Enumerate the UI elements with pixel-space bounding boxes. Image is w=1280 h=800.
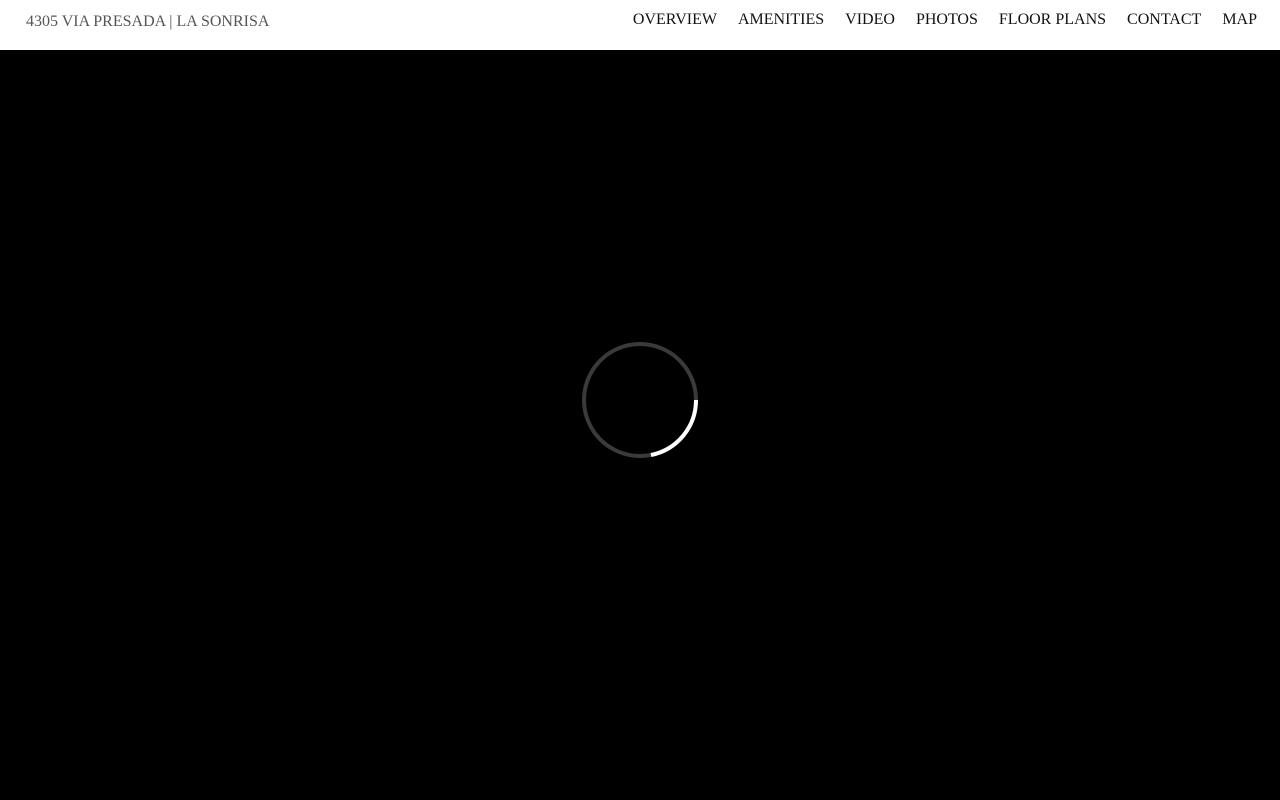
nav-item-contact[interactable]: CONTACT <box>1127 11 1201 29</box>
nav-item-floor-plans[interactable]: FLOOR PLANS <box>999 11 1106 29</box>
nav-item-amenities[interactable]: AMENITIES <box>738 11 824 29</box>
main-nav: OVERVIEW AMENITIES VIDEO PHOTOS FLOOR PL… <box>633 11 1257 29</box>
media-stage <box>0 50 1280 800</box>
spinner-arc <box>650 399 699 457</box>
loading-spinner-icon <box>582 342 699 458</box>
nav-item-photos[interactable]: PHOTOS <box>916 11 978 29</box>
nav-item-map[interactable]: MAP <box>1222 11 1257 29</box>
nav-item-overview[interactable]: OVERVIEW <box>633 11 717 29</box>
site-title[interactable]: 4305 VIA PRESADA | LA SONRISA <box>26 13 269 31</box>
site-header: 4305 VIA PRESADA | LA SONRISA OVERVIEW A… <box>0 0 1280 50</box>
nav-item-video[interactable]: VIDEO <box>845 11 895 29</box>
